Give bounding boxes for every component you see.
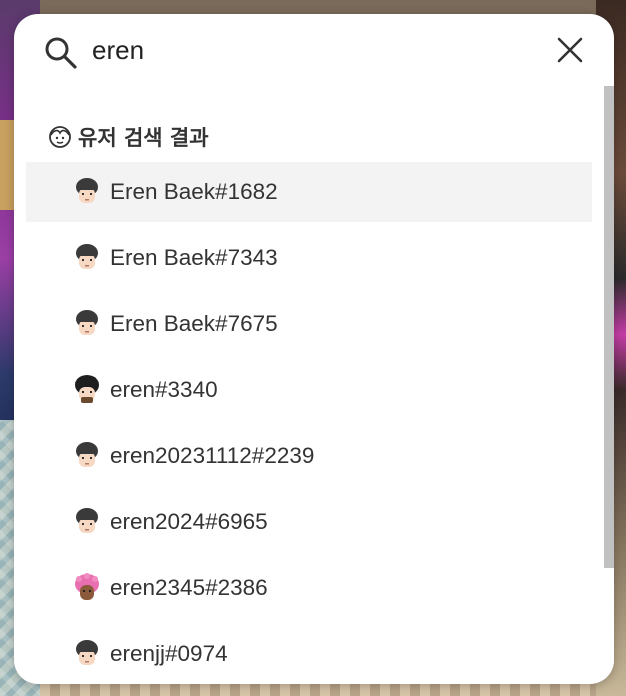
result-name: Eren Baek#7343: [110, 245, 278, 270]
result-name: Eren Baek#1682: [110, 179, 278, 204]
avatar-icon: [76, 508, 98, 533]
section-title: 유저 검색 결과: [78, 126, 209, 150]
result-item[interactable]: Eren Baek#7675: [26, 294, 592, 354]
user-face-icon: [49, 126, 71, 148]
avatar-icon: [75, 573, 99, 600]
avatar-icon: [76, 442, 98, 467]
close-icon[interactable]: [554, 34, 586, 66]
result-name: eren2024#6965: [110, 509, 268, 534]
search-input[interactable]: [92, 30, 532, 70]
result-name: erenjj#0974: [110, 641, 228, 666]
result-item[interactable]: Eren Baek#1682: [26, 162, 592, 222]
result-item[interactable]: erenjj#0974: [26, 624, 592, 684]
search-results: 유저 검색 결과 Eren Baek#1682 Eren Baek#7343 E…: [14, 86, 604, 684]
search-bar: [14, 14, 614, 86]
search-icon: [45, 37, 77, 69]
result-item[interactable]: eren#3340: [26, 360, 592, 420]
avatar-icon: [76, 310, 98, 335]
result-item[interactable]: eren2024#6965: [26, 492, 592, 552]
section-header: 유저 검색 결과: [48, 122, 209, 152]
user-search-panel: 유저 검색 결과 Eren Baek#1682: [14, 14, 614, 684]
results-scrollbar[interactable]: [604, 86, 614, 684]
avatar-icon: [76, 640, 98, 665]
result-item[interactable]: eren2345#2386: [26, 558, 592, 618]
scrollbar-thumb[interactable]: [604, 86, 614, 568]
result-item[interactable]: eren20231112#2239: [26, 426, 592, 486]
avatar-icon: [76, 244, 98, 269]
avatar-icon: [76, 178, 98, 203]
avatar-icon: [75, 375, 99, 403]
background-floor-edge: [40, 682, 596, 696]
result-item[interactable]: Eren Baek#7343: [26, 228, 592, 288]
result-name: eren2345#2386: [110, 575, 268, 600]
result-name: Eren Baek#7675: [110, 311, 278, 336]
result-list: Eren Baek#1682 Eren Baek#7343 Eren Baek#…: [26, 162, 592, 684]
result-name: eren#3340: [110, 377, 218, 402]
result-name: eren20231112#2239: [110, 443, 315, 468]
